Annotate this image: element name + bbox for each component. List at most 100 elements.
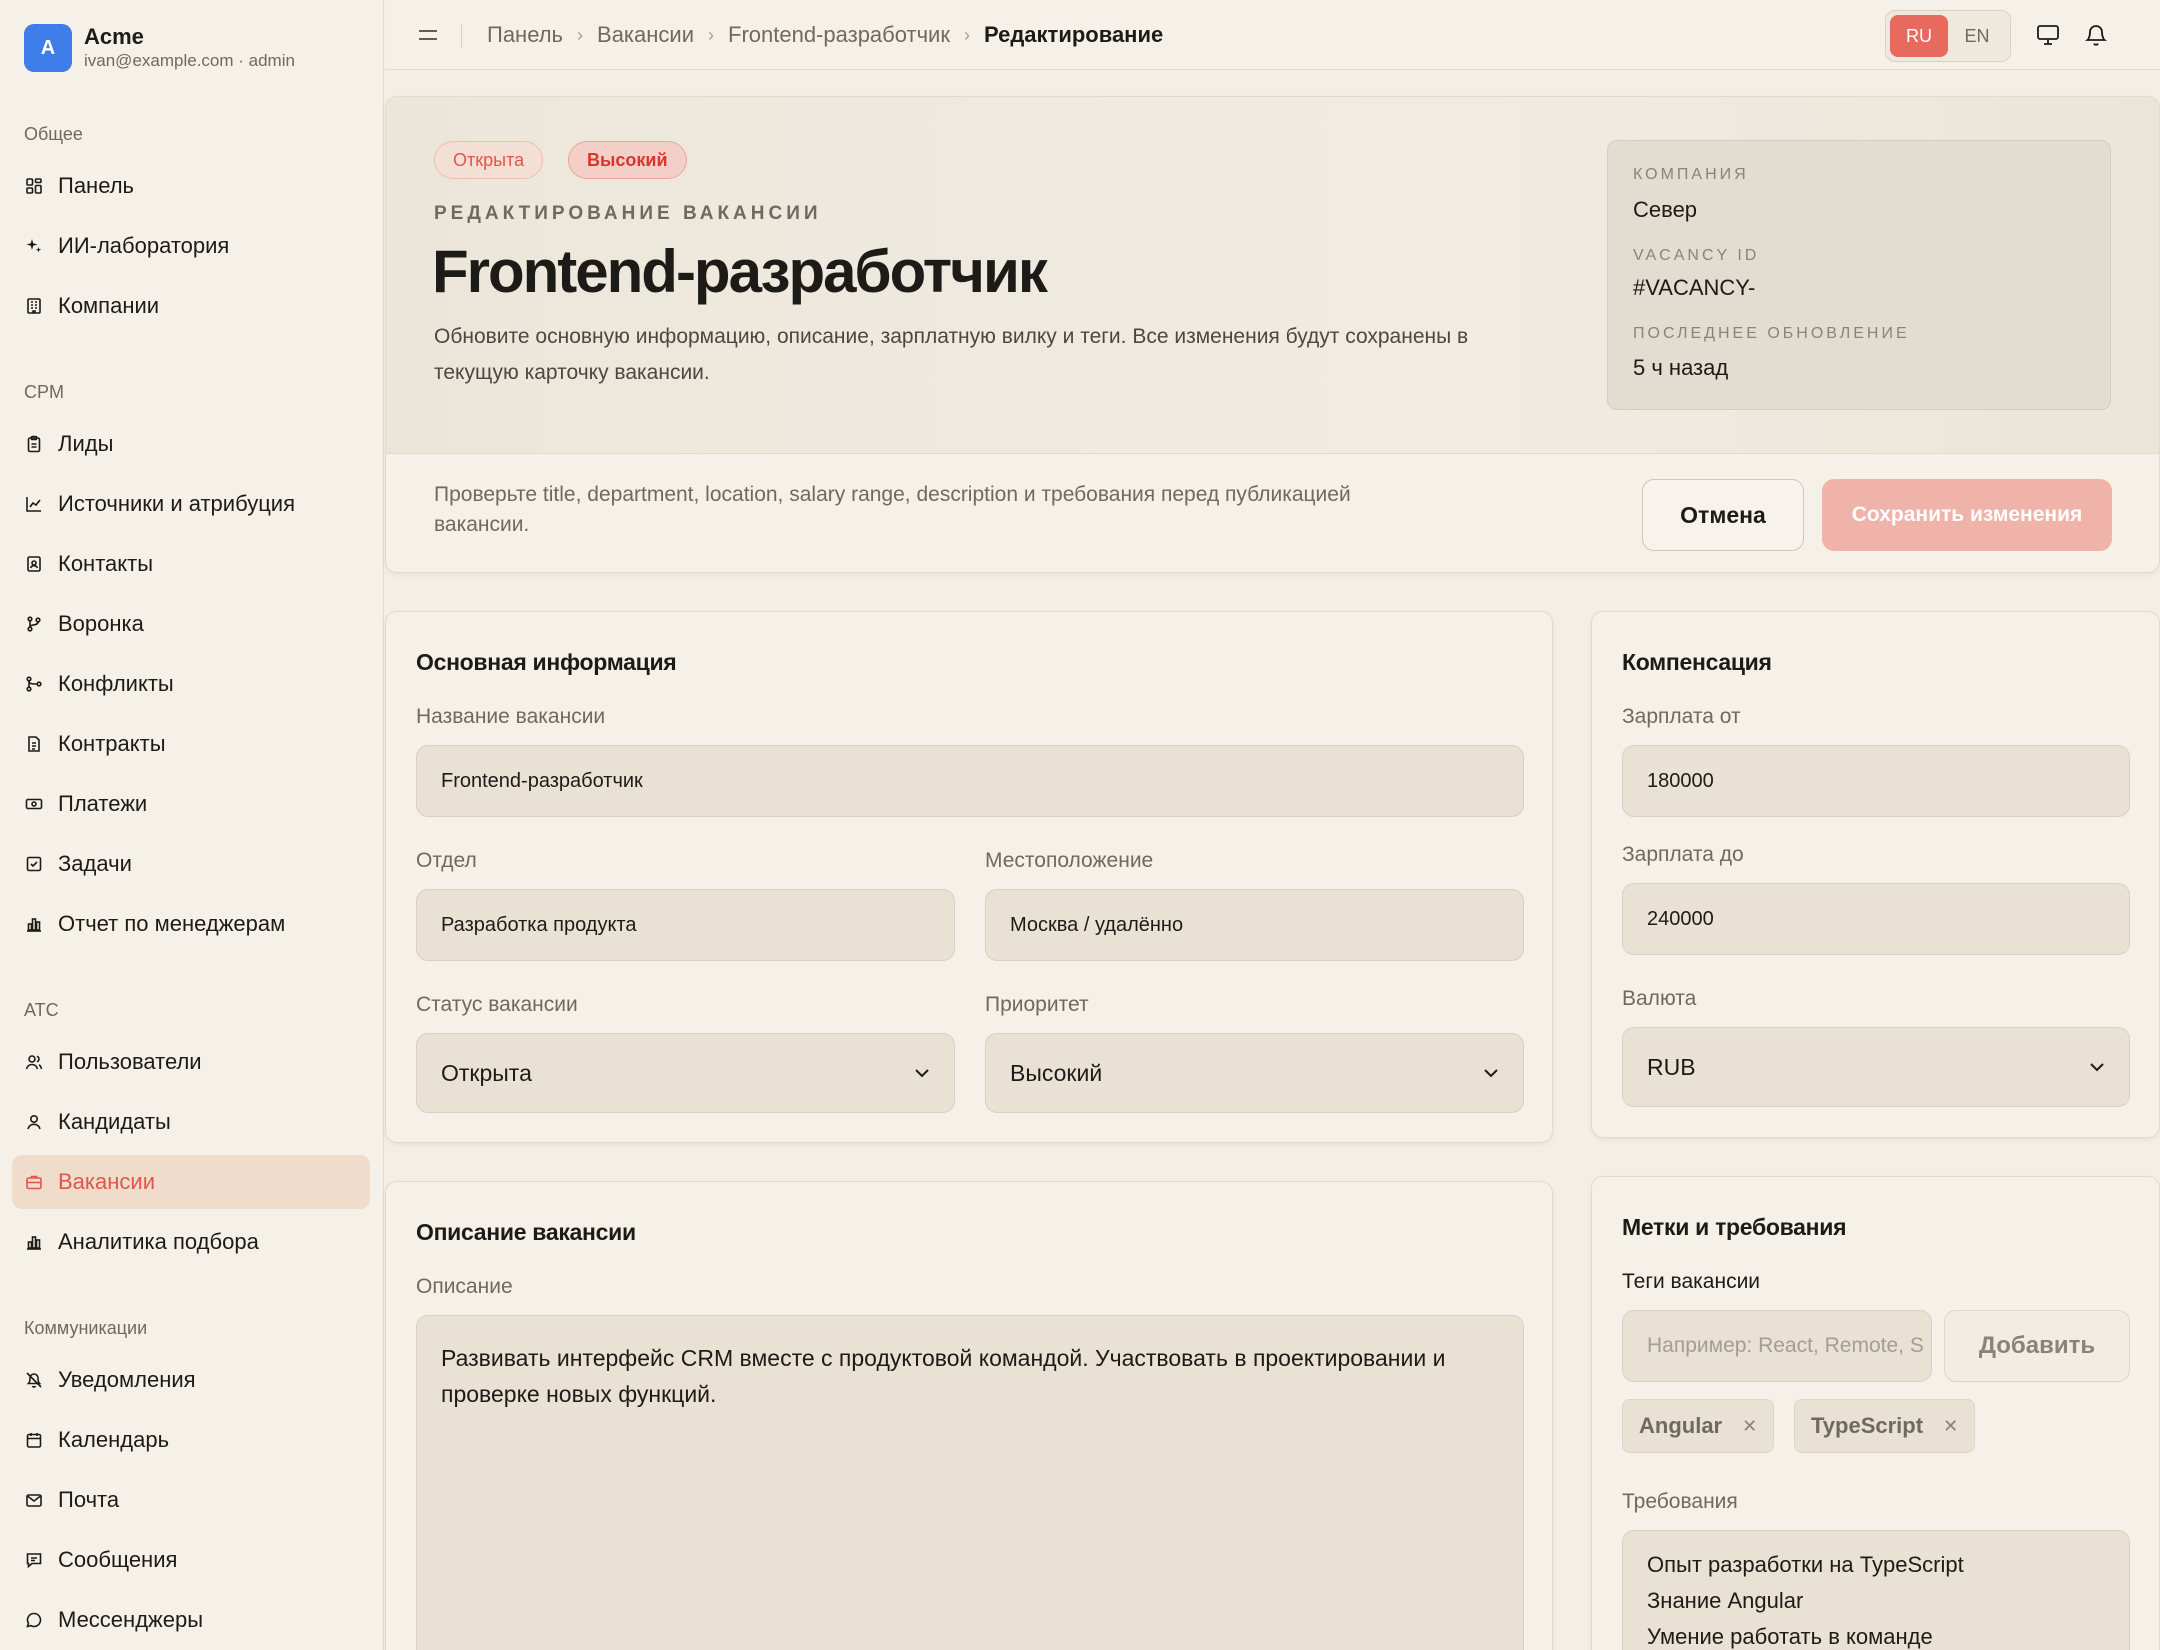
brand[interactable]: A Acme ivan@example.com · admin [24,24,295,72]
sidebar-item-candidates[interactable]: Кандидаты [12,1095,370,1149]
field-label: Требования [1622,1490,1738,1513]
sidebar-item-contacts[interactable]: Контакты [12,537,370,591]
close-icon[interactable]: ✕ [1742,1416,1757,1437]
updated-label: ПОСЛЕДНЕЕ ОБНОВЛЕНИЕ [1633,325,1910,342]
field-label: Статус вакансии [416,993,578,1016]
requirements-textarea[interactable]: Опыт разработки на TypeScript Знание Ang… [1622,1530,2130,1650]
salary-to-input[interactable]: 240000 [1622,883,2130,955]
close-icon[interactable]: ✕ [1943,1416,1958,1437]
hero-eyebrow: РЕДАКТИРОВАНИЕ ВАКАНСИИ [434,203,822,224]
grid-icon [24,176,44,196]
department-input[interactable]: Разработка продукта [416,889,955,961]
users-icon [24,1052,44,1072]
sidebar-item-label: Воронка [58,611,144,636]
breadcrumb-dashboard[interactable]: Панель [487,22,563,48]
card-title: Компенсация [1622,649,1772,675]
field-label: Местоположение [985,849,1154,872]
chevron-down-icon [2087,1056,2107,1083]
brand-avatar: A [24,24,72,72]
basic-info-card: Основная информация Название вакансии Fr… [385,611,1553,1143]
chevron-down-icon [1481,1062,1501,1089]
sidebar-item-contracts[interactable]: Контракты [12,717,370,771]
requirement-line: Умение работать в команде [1647,1624,1933,1649]
sidebar-item-label: Уведомления [58,1367,196,1392]
sidebar-item-payments[interactable]: Платежи [12,777,370,831]
calendar-icon [24,1430,44,1450]
monitor-icon[interactable] [2033,20,2063,50]
sidebar-item-vacancies[interactable]: Вакансии [12,1155,370,1209]
sidebar-item-mail[interactable]: Почта [12,1473,370,1527]
section-title-general: Общее [24,124,83,144]
sidebar-item-messages[interactable]: Сообщения [12,1533,370,1587]
sidebar-item-label: Аналитика подбора [58,1229,259,1254]
currency-select[interactable]: RUB [1622,1027,2130,1107]
mail-icon [24,1490,44,1510]
sidebar-item-users[interactable]: Пользователи [12,1035,370,1089]
sidebar-item-sources[interactable]: Источники и атрибуция [12,477,370,531]
priority-select-value: Высокий [1010,1059,1103,1086]
requirement-line: Знание Angular [1647,1588,1804,1613]
field-label: Валюта [1622,987,1697,1010]
sidebar-item-label: Платежи [58,791,148,816]
clipboard-icon [24,434,44,454]
sidebar-item-manager-report[interactable]: Отчет по менеджерам [12,897,370,951]
bell-icon[interactable] [2081,20,2111,50]
sidebar-item-messengers[interactable]: Мессенджеры [12,1593,370,1647]
breadcrumb-vacancies[interactable]: Вакансии [597,22,694,48]
sidebar-item-calendar[interactable]: Календарь [12,1413,370,1467]
cancel-button[interactable]: Отмена [1642,479,1804,551]
bar-chart-icon [24,1232,44,1252]
description-card: Описание вакансии Описание Развивать инт… [385,1181,1553,1650]
status-select[interactable]: Открыта [416,1033,955,1113]
sidebar-item-notifications[interactable]: Уведомления [12,1353,370,1407]
sidebar-item-label: Контакты [58,551,154,576]
company-value: Север [1633,197,1698,222]
location-input[interactable]: Москва / удалённо [985,889,1524,961]
document-icon [24,734,44,754]
breadcrumb-current: Редактирование [983,22,1164,47]
lang-ru-button[interactable]: RU [1890,15,1948,57]
tag-label: TypeScript [1811,1413,1924,1438]
compensation-card: Компенсация Зарплата от 180000 Зарплата … [1591,611,2160,1138]
message-circle-icon [24,1610,44,1630]
field-label: Название вакансии [416,705,606,728]
message-square-icon [24,1550,44,1570]
sidebar-toggle-icon[interactable] [415,22,441,48]
field-label: Описание [416,1275,513,1298]
vacancy-meta: КОМПАНИЯ Север VACANCY ID #VACANCY- ПОСЛ… [1607,140,2111,410]
sidebar-item-leads[interactable]: Лиды [12,417,370,471]
add-tag-button[interactable]: Добавить [1944,1310,2130,1382]
sidebar-item-label: Почта [58,1487,120,1512]
lang-en-button[interactable]: EN [1948,15,2006,57]
field-label: Зарплата от [1622,705,1741,728]
priority-select[interactable]: Высокий [985,1033,1524,1113]
banknote-icon [24,794,44,814]
card-title: Основная информация [416,649,677,675]
card-title: Описание вакансии [416,1219,636,1245]
sidebar-item-recruiting-analytics[interactable]: Аналитика подбора [12,1215,370,1269]
tag-input[interactable]: Например: React, Remote, S [1622,1310,1932,1382]
tag-chip: TypeScript ✕ [1794,1399,1976,1453]
sidebar-item-label: Конфликты [58,671,174,696]
sidebar-item-funnel[interactable]: Воронка [12,597,370,651]
salary-from-input[interactable]: 180000 [1622,745,2130,817]
sidebar-item-companies[interactable]: Компании [12,279,370,333]
hero-header: Открыта Высокий РЕДАКТИРОВАНИЕ ВАКАНСИИ … [386,97,2159,453]
sidebar-item-tasks[interactable]: Задачи [12,837,370,891]
sidebar-item-label: ИИ-лаборатория [58,233,230,258]
description-textarea[interactable]: Развивать интерфейс CRM вместе с продукт… [416,1315,1524,1650]
breadcrumb-vacancy[interactable]: Frontend-разработчик [728,22,950,48]
git-branch-icon [24,614,44,634]
sidebar-item-conflicts[interactable]: Конфликты [12,657,370,711]
sidebar-item-label: Задачи [58,851,132,876]
save-button[interactable]: Сохранить изменения [1822,479,2112,551]
sidebar-item-ai-lab[interactable]: ИИ-лаборатория [12,219,370,273]
sidebar-item-dashboard[interactable]: Панель [12,159,370,213]
sidebar-item-label: Кандидаты [58,1109,171,1134]
sidebar-item-label: Вакансии [58,1169,155,1194]
vacancy-name-input[interactable]: Frontend-разработчик [416,745,1524,817]
sidebar-item-label: Календарь [58,1427,170,1452]
status-badge: Открыта [434,141,544,179]
brand-name: Acme [84,24,144,49]
bell-off-icon [24,1370,44,1390]
